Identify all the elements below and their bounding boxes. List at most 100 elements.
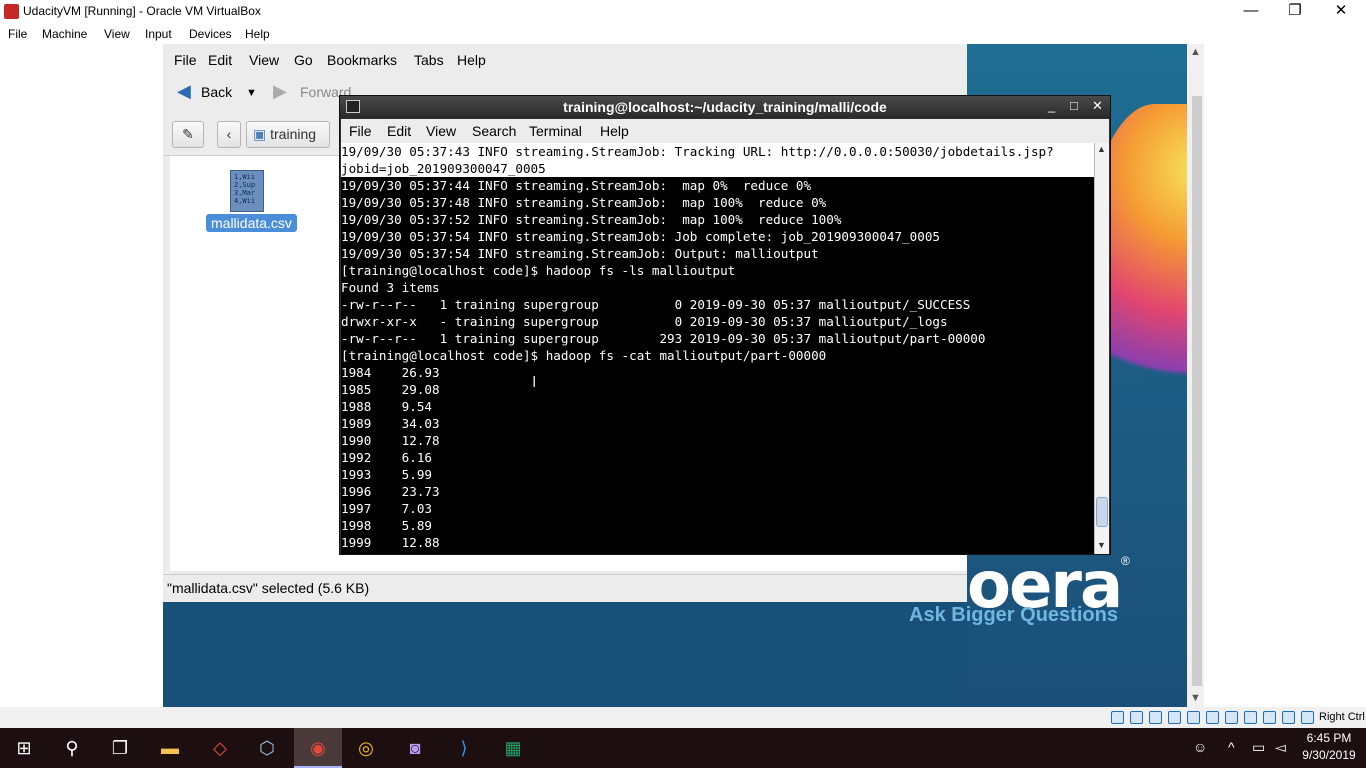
terminal-line: Found 3 items xyxy=(341,280,440,295)
fm-menu-view[interactable]: View xyxy=(249,52,279,68)
volume-muted-icon[interactable]: ◅ xyxy=(1275,739,1286,756)
menu-file[interactable]: File xyxy=(8,27,27,41)
vm-scroll-up-icon[interactable]: ▲ xyxy=(1190,46,1201,58)
scroll-up-arrow-icon[interactable]: ▲ xyxy=(1097,144,1106,154)
term-menu-edit[interactable]: Edit xyxy=(387,123,411,139)
term-menu-help[interactable]: Help xyxy=(600,123,629,139)
file-preview-line: 2,Sup xyxy=(234,181,256,189)
vm-vertical-scrollbar[interactable]: ▲ ▼ xyxy=(1187,44,1204,707)
optical-drive-icon[interactable] xyxy=(1130,711,1143,724)
file-name-label[interactable]: mallidata.csv xyxy=(206,214,297,232)
fm-menu-go[interactable]: Go xyxy=(294,52,313,68)
virtualbox-icon[interactable]: ⬡ xyxy=(243,728,291,768)
terminal-minimize-button[interactable]: _ xyxy=(1048,98,1055,113)
usb-icon[interactable] xyxy=(1187,711,1200,724)
location-folder-button[interactable]: ▣ training xyxy=(246,121,330,148)
video-capture-icon[interactable] xyxy=(1244,711,1257,724)
brand-tagline: Ask Bigger Questions xyxy=(909,604,1118,626)
fm-menu-tabs[interactable]: Tabs xyxy=(414,52,444,68)
terminal-line: 1998 5.89 xyxy=(341,518,432,533)
term-menu-file[interactable]: File xyxy=(349,123,372,139)
file-explorer-icon[interactable]: ▬ xyxy=(146,728,194,768)
clock-time[interactable]: 6:45 PM xyxy=(1298,731,1360,745)
terminal-line: [training@localhost code]$ hadoop fs -ca… xyxy=(341,348,827,363)
vm-display[interactable]: oera ® Ask Bigger Questions File Edit Vi… xyxy=(163,44,1187,707)
virtualbox-vm-icon[interactable]: ◉ xyxy=(294,728,342,768)
back-arrow-icon: ◀ xyxy=(177,81,191,101)
menu-machine[interactable]: Machine xyxy=(42,27,87,41)
host-title-bar: UdacityVM [Running] - Oracle VM VirtualB… xyxy=(0,0,1366,23)
vm-scroll-down-icon[interactable]: ▼ xyxy=(1190,692,1201,704)
vm-scroll-thumb[interactable] xyxy=(1192,96,1202,686)
back-button[interactable]: Back xyxy=(201,84,232,100)
task-view-icon[interactable]: ❐ xyxy=(96,728,144,768)
terminal-line: 19/09/30 05:37:43 INFO streaming.StreamJ… xyxy=(341,143,1094,160)
vscode-icon[interactable]: ⟩ xyxy=(440,728,488,768)
terminal-line: 1997 7.03 xyxy=(341,501,432,516)
terminal-line: 19/09/30 05:37:54 INFO streaming.StreamJ… xyxy=(341,229,940,244)
tray-chevron-up-icon[interactable]: ^ xyxy=(1228,739,1235,755)
terminal-maximize-button[interactable]: □ xyxy=(1070,98,1078,113)
terminal-menu-bar: File Edit View Search Terminal Help xyxy=(341,119,1109,143)
clock-date[interactable]: 9/30/2019 xyxy=(1298,748,1360,762)
hard-disk-icon[interactable] xyxy=(1111,711,1124,724)
terminal-scrollbar[interactable]: ▲ ▼ xyxy=(1094,143,1109,554)
minimize-button[interactable]: — xyxy=(1228,0,1274,23)
selection-status-text: "mallidata.csv" selected (5.6 KB) xyxy=(167,580,370,596)
back-dropdown-icon[interactable]: ▼ xyxy=(246,87,257,99)
people-icon[interactable]: ☺ xyxy=(1193,739,1207,755)
term-menu-search[interactable]: Search xyxy=(472,123,516,139)
mouse-integration-icon[interactable] xyxy=(1282,711,1295,724)
folder-icon: ▣ xyxy=(253,126,267,142)
terminal-line: [training@localhost code]$ hadoop fs -ls… xyxy=(341,263,736,278)
terminal-title: training@localhost:~/udacity_training/ma… xyxy=(563,99,887,115)
shared-folders-icon[interactable] xyxy=(1206,711,1219,724)
chrome-icon[interactable]: ◎ xyxy=(342,728,390,768)
vm-left-margin xyxy=(0,44,163,707)
fm-menu-bookmarks[interactable]: Bookmarks xyxy=(327,52,397,68)
menu-view[interactable]: View xyxy=(104,27,130,41)
csv-file-icon[interactable]: 1,Wii 2,Sup 3,Mar 4,Wii xyxy=(230,170,264,212)
network-icon[interactable] xyxy=(1168,711,1181,724)
terminal-line: 19/09/30 05:37:44 INFO streaming.StreamJ… xyxy=(341,178,812,193)
menu-input[interactable]: Input xyxy=(145,27,172,41)
terminal-line: 19/09/30 05:37:52 INFO streaming.StreamJ… xyxy=(341,212,842,227)
terminal-line: -rw-r--r-- 1 training supergroup 293 201… xyxy=(341,331,986,346)
excel-icon[interactable]: ▦ xyxy=(489,728,537,768)
keyboard-capture-icon[interactable] xyxy=(1301,711,1314,724)
terminal-line: 1992 6.16 xyxy=(341,450,432,465)
term-menu-view[interactable]: View xyxy=(426,123,456,139)
maximize-button[interactable]: ❐ xyxy=(1272,0,1318,23)
search-icon[interactable]: ⚲ xyxy=(48,728,96,768)
vt-x-icon[interactable] xyxy=(1263,711,1276,724)
terminal-output[interactable]: 19/09/30 05:37:43 INFO streaming.StreamJ… xyxy=(341,143,1094,554)
audio-icon[interactable] xyxy=(1149,711,1162,724)
terminal-line: -rw-r--r-- 1 training supergroup 0 2019-… xyxy=(341,297,971,312)
scroll-down-arrow-icon[interactable]: ▼ xyxy=(1097,540,1106,550)
purple-app-icon[interactable]: ◙ xyxy=(391,728,439,768)
terminal-scroll-thumb[interactable] xyxy=(1096,497,1108,527)
terminal-window: training@localhost:~/udacity_training/ma… xyxy=(339,95,1111,555)
menu-help[interactable]: Help xyxy=(245,27,270,41)
location-back-button[interactable]: ‹ xyxy=(217,121,241,148)
terminal-close-button[interactable]: ✕ xyxy=(1092,98,1103,114)
menu-devices[interactable]: Devices xyxy=(189,27,232,41)
fm-menu-file[interactable]: File xyxy=(174,52,197,68)
term-menu-terminal[interactable]: Terminal xyxy=(529,123,582,139)
brand-registered-mark: ® xyxy=(1121,554,1130,568)
battery-icon[interactable]: ▭ xyxy=(1252,739,1265,756)
terminal-title-bar[interactable]: training@localhost:~/udacity_training/ma… xyxy=(340,96,1110,118)
close-button[interactable]: ✕ xyxy=(1318,0,1364,23)
terminal-line: 1999 12.88 xyxy=(341,535,440,550)
terminal-line: 1990 12.78 xyxy=(341,433,440,448)
location-folder-label: training xyxy=(270,126,317,142)
code-app-icon[interactable]: ◇ xyxy=(196,728,244,768)
file-preview-line: 1,Wii xyxy=(234,173,256,181)
file-manager-menu-bar: File Edit View Go Bookmarks Tabs Help xyxy=(163,44,967,75)
fm-menu-help[interactable]: Help xyxy=(457,52,486,68)
start-icon[interactable]: ⊞ xyxy=(0,728,48,768)
fm-menu-edit[interactable]: Edit xyxy=(208,52,232,68)
display-icon[interactable] xyxy=(1225,711,1238,724)
file-preview-line: 4,Wii xyxy=(234,197,256,205)
edit-location-icon[interactable]: ✎ xyxy=(172,121,204,148)
